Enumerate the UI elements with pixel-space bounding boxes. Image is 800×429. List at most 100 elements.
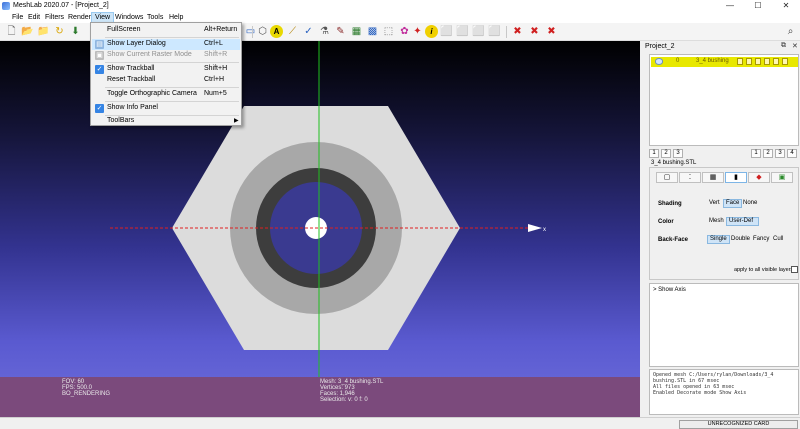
menu-item-show-info-panel[interactable]: ✓ Show Info Panel	[92, 103, 240, 114]
menu-filters[interactable]: Filters	[42, 12, 67, 23]
export-mesh-icon[interactable]: ⬇	[69, 25, 82, 38]
measure-tool-icon[interactable]: ⟋	[286, 25, 299, 38]
page-button-2-right[interactable]: 2	[763, 149, 773, 158]
rect-select-4-icon[interactable]: ⬜	[488, 25, 501, 38]
color-label: Color	[658, 219, 674, 225]
decorate-show-axis[interactable]: > Show Axis	[653, 287, 686, 293]
view-menu-dropdown: FullScreen Alt+Return ▤ Show Layer Dialo…	[90, 22, 242, 126]
bounding-box-icon[interactable]: ⬡	[256, 25, 269, 38]
tab-texture-icon[interactable]: ◆	[748, 172, 770, 183]
select-connected-icon[interactable]: ⬚	[382, 25, 395, 38]
layer-dialog: Project_2 ⧉ ✕ 0 3_4 bushing 1 2 3 1 2 3 …	[643, 41, 800, 417]
reload-icon[interactable]: ↻	[53, 25, 66, 38]
brush-icon[interactable]: ✎	[334, 25, 347, 38]
open-project-icon[interactable]: 📂	[21, 25, 34, 38]
color-user-def[interactable]: User-Def	[726, 217, 759, 226]
maximize-button[interactable]: ☐	[744, 0, 772, 12]
tab-points-icon[interactable]: ⁚	[679, 172, 701, 183]
x-axis-label: x	[543, 227, 546, 233]
delete-selection-icon[interactable]: ✖	[545, 25, 558, 38]
shading-face[interactable]: Face	[723, 199, 743, 208]
page-button-1[interactable]: 1	[649, 149, 659, 158]
tab-solid-icon[interactable]: ▮	[725, 172, 747, 183]
panel-title: Project_2	[645, 43, 675, 50]
magnifier-icon[interactable]: ⌕	[784, 25, 797, 38]
backface-double[interactable]: Double	[729, 235, 752, 244]
checkmark-icon: ✓	[95, 65, 104, 74]
status-bar: UNRECOGNIZED CARD	[0, 417, 800, 429]
paint-mesh-icon[interactable]: ⚗	[318, 25, 331, 38]
menu-item-toolbars[interactable]: ToolBars ▶	[92, 116, 240, 127]
render-mode-readout: BO_RENDERING	[62, 391, 111, 397]
new-project-icon[interactable]: 🗋	[5, 25, 18, 38]
layer-dialog-icon: ▤	[95, 40, 104, 49]
menu-item-fullscreen[interactable]: FullScreen Alt+Return	[92, 25, 240, 36]
log-line: Enabled Decorate mode Show Axis	[653, 390, 747, 396]
page-button-1-right[interactable]: 1	[751, 149, 761, 158]
select-vertices-icon[interactable]: ▦	[350, 25, 363, 38]
visibility-eye-icon[interactable]	[655, 58, 663, 65]
layer-tag-icon[interactable]	[737, 58, 743, 65]
window-title: MeshLab 2020.07 - [Project_2]	[13, 2, 109, 9]
menu-edit[interactable]: Edit	[25, 12, 43, 23]
delete-vertices-icon[interactable]: ✖	[511, 25, 524, 38]
tab-wireframe-icon[interactable]: ▦	[702, 172, 724, 183]
color-mesh[interactable]: Mesh	[707, 217, 726, 226]
pick-points-icon[interactable]: ✓	[302, 25, 315, 38]
menu-item-show-raster-mode[interactable]: ▣ Show Current Raster Mode Shift+R	[92, 50, 240, 61]
float-panel-icon[interactable]: ⧉	[781, 42, 786, 50]
annotation-icon[interactable]: A	[270, 25, 283, 38]
info-panel: FOV: 60 FPS: 500.0 BO_RENDERING Mesh: 3_…	[0, 377, 640, 417]
menu-file[interactable]: File	[9, 12, 26, 23]
page-button-2[interactable]: 2	[661, 149, 671, 158]
apply-all-checkbox[interactable]	[791, 266, 798, 273]
title-bar: MeshLab 2020.07 - [Project_2] — ☐ ✕	[0, 0, 800, 12]
selected-mesh-name: 3_4 bushing.STL	[651, 160, 697, 166]
rect-select-2-icon[interactable]: ⬜	[456, 25, 469, 38]
backface-label: Back-Face	[658, 237, 689, 243]
backface-single[interactable]: Single	[707, 235, 730, 244]
raster-mode-icon: ▣	[95, 51, 104, 60]
menu-item-reset-trackball[interactable]: Reset Trackball Ctrl+H	[92, 75, 240, 86]
menu-item-show-trackball[interactable]: ✓ Show Trackball Shift+H	[92, 64, 240, 75]
layer-tag-icon[interactable]	[773, 58, 779, 65]
layer-tag-icon[interactable]	[764, 58, 770, 65]
minimize-button[interactable]: —	[716, 0, 744, 12]
import-mesh-icon[interactable]: 📁	[37, 25, 50, 38]
layer-list[interactable]: 0 3_4 bushing	[649, 54, 799, 146]
menu-item-orthographic-camera[interactable]: Toggle Orthographic Camera Num+5	[92, 89, 240, 100]
submenu-arrow-icon: ▶	[234, 118, 239, 124]
info-icon[interactable]: i	[425, 25, 438, 38]
selection-readout: Selection: v: 0 f: 0	[320, 397, 368, 403]
log-window: Opened mesh C:/Users/rylan/Downloads/3_4…	[649, 369, 799, 415]
rect-select-icon[interactable]: ⬜	[440, 25, 453, 38]
apply-all-label: apply to all visible layers	[734, 267, 794, 273]
meshlab-app-icon	[2, 2, 10, 10]
align-icon[interactable]: ✦	[411, 25, 424, 38]
layer-index: 0	[676, 58, 680, 64]
layer-tag-icon[interactable]	[746, 58, 752, 65]
render-options-box: ▢ ⁚ ▦ ▮ ◆ ▣ Shading Vert Face None Color…	[649, 167, 799, 280]
page-button-4-right[interactable]: 4	[787, 149, 797, 158]
close-button[interactable]: ✕	[772, 0, 800, 12]
shading-none[interactable]: None	[741, 199, 759, 208]
rect-select-3-icon[interactable]: ⬜	[472, 25, 485, 38]
tab-more-icon[interactable]: ▣	[771, 172, 793, 183]
backface-cull[interactable]: Cull	[771, 235, 785, 244]
x-axis-arrow	[528, 224, 542, 232]
tab-bounding-box-icon[interactable]: ▢	[656, 172, 678, 183]
shading-vert[interactable]: Vert	[707, 199, 722, 208]
page-button-3[interactable]: 3	[673, 149, 683, 158]
layer-tag-icon[interactable]	[782, 58, 788, 65]
texture-paint-icon[interactable]: ✿	[398, 25, 411, 38]
layer-row[interactable]: 0 3_4 bushing	[651, 57, 798, 67]
decorate-list: > Show Axis	[649, 283, 799, 367]
shading-label: Shading	[658, 201, 682, 207]
delete-faces-icon[interactable]: ✖	[528, 25, 541, 38]
backface-fancy[interactable]: Fancy	[751, 235, 771, 244]
layer-tag-icon[interactable]	[755, 58, 761, 65]
page-button-3-right[interactable]: 3	[775, 149, 785, 158]
close-panel-icon[interactable]: ✕	[792, 42, 798, 50]
select-faces-icon[interactable]: ▩	[366, 25, 379, 38]
menu-item-show-layer-dialog[interactable]: ▤ Show Layer Dialog Ctrl+L	[92, 39, 240, 50]
